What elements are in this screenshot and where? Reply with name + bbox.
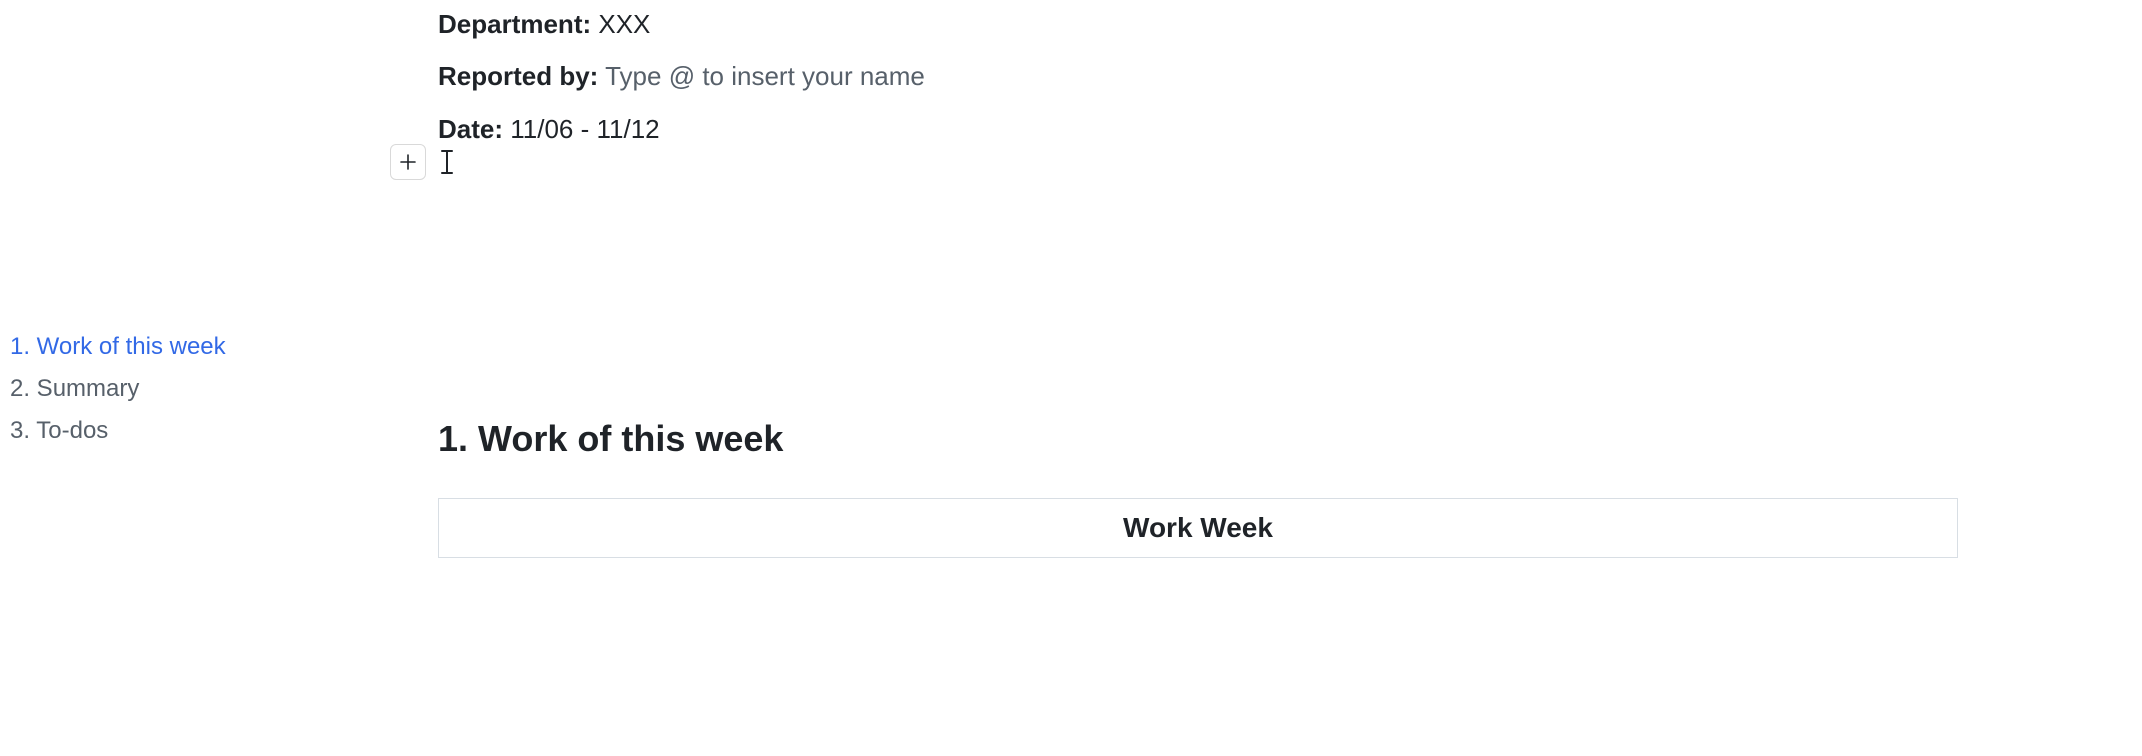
add-block-row [390,144,458,180]
outline-item-todos[interactable]: 3. To-dos [10,410,226,452]
meta-reported-by-placeholder: Type @ to insert your name [605,61,925,91]
meta-date-value: 11/06 - 11/12 [510,114,659,144]
table-header-label: Work Week [1123,512,1273,544]
meta-date-label: Date: [438,114,503,144]
outline: 1. Work of this week 2. Summary 3. To-do… [10,326,226,452]
table-header: Work Week [439,499,1957,557]
outline-item-label: 2. Summary [10,375,139,402]
outline-item-label: 1. Work of this week [10,333,226,360]
work-week-table[interactable]: Work Week [438,498,1958,558]
document-meta: Department: XXX Reported by: Type @ to i… [438,0,1958,163]
outline-item-summary[interactable]: 2. Summary [10,368,226,410]
text-cursor-icon [436,148,458,176]
meta-reported-by-label: Reported by: [438,61,598,91]
outline-item-work-of-this-week[interactable]: 1. Work of this week [10,326,226,368]
section-heading-work-of-this-week[interactable]: 1. Work of this week [438,418,783,460]
outline-item-label: 3. To-dos [10,417,108,444]
meta-department-value: XXX [598,9,650,39]
meta-department-label: Department: [438,9,591,39]
meta-date[interactable]: Date: 11/06 - 11/12 [438,111,1958,147]
plus-icon [399,153,417,171]
meta-reported-by[interactable]: Reported by: Type @ to insert your name [438,58,1958,94]
meta-department[interactable]: Department: XXX [438,6,1958,42]
add-block-button[interactable] [390,144,426,180]
